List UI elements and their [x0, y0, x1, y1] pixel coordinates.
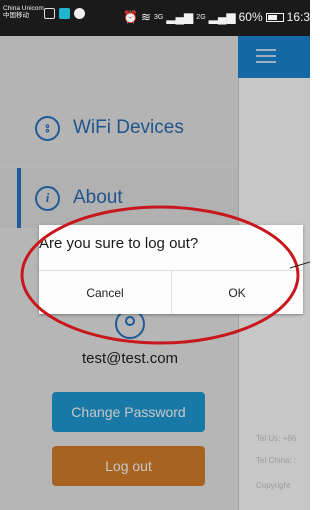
chat-notification-icon: [74, 8, 85, 19]
signal-icon-1: ▂▄▆: [166, 10, 194, 24]
screen: China Unicom 中国移动 ⏰ ≋ 3G ▂▄▆ 2G ▂▄▆ 60% …: [0, 0, 310, 510]
carrier-line-2: 中国移动: [3, 12, 29, 19]
signal-icon-2: ▂▄▆: [208, 10, 236, 24]
signal-label-1: 3G: [153, 13, 164, 21]
ok-button[interactable]: OK: [171, 271, 303, 314]
dialog-message: Are you sure to log out?: [39, 235, 199, 252]
image-notification-icon: [44, 8, 55, 19]
status-bar: China Unicom 中国移动 ⏰ ≋ 3G ▂▄▆ 2G ▂▄▆ 60% …: [0, 0, 310, 36]
wifi-icon: ≋: [140, 10, 151, 24]
battery-percent: 60%: [238, 10, 263, 24]
alarm-icon: ⏰: [122, 10, 138, 24]
carrier-text: China Unicom 中国移动: [3, 5, 44, 19]
notification-icons: [44, 8, 85, 19]
carrier-line-1: China Unicom: [3, 5, 44, 12]
battery-icon: [265, 12, 284, 22]
logout-confirm-dialog: Are you sure to log out? Cancel OK: [39, 225, 303, 314]
status-right: ⏰ ≋ 3G ▂▄▆ 2G ▂▄▆ 60% 16:3: [123, 10, 310, 24]
cancel-button[interactable]: Cancel: [39, 271, 171, 314]
app-notification-icon: [59, 8, 70, 19]
signal-label-2: 2G: [196, 13, 206, 21]
clock: 16:3: [286, 10, 310, 24]
